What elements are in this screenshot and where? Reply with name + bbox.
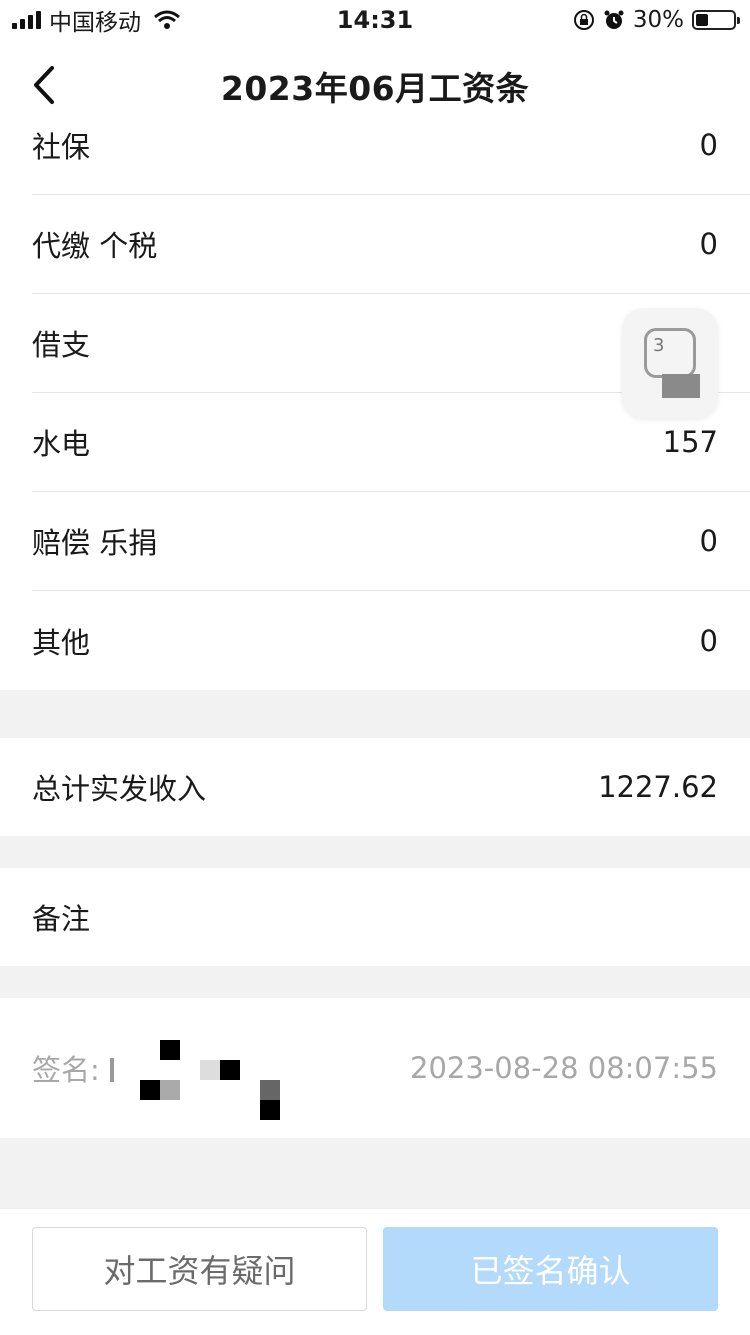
battery-icon	[692, 10, 740, 30]
item-label: 社保	[32, 130, 91, 164]
item-value: 0	[699, 623, 718, 658]
bubble-count: 3	[653, 335, 665, 356]
remark-label: 备注	[32, 902, 91, 936]
signed-confirm-button[interactable]: 已签名确认	[383, 1227, 718, 1311]
item-label: 代缴 个税	[32, 229, 158, 263]
list-item: 其他 0	[32, 591, 750, 690]
item-label: 借支	[32, 328, 91, 362]
item-value: 0	[699, 128, 718, 162]
alarm-icon	[604, 10, 624, 29]
section-divider	[0, 836, 750, 868]
section-divider	[0, 1138, 750, 1208]
floating-assistant-button[interactable]: 3	[622, 308, 718, 418]
signature-datetime: 2023-08-28 08:07:55	[410, 1051, 718, 1085]
list-item: 社保 0	[32, 96, 750, 195]
rotation-lock-icon	[573, 10, 594, 30]
total-value: 1227.62	[598, 770, 718, 804]
section-divider	[0, 690, 750, 738]
question-salary-button[interactable]: 对工资有疑问	[32, 1227, 367, 1311]
item-value: 0	[699, 227, 718, 261]
signature-label: 签名:	[32, 1053, 100, 1087]
battery-percent: 30%	[632, 7, 684, 33]
redaction-block	[662, 374, 700, 398]
message-count-icon: 3	[644, 328, 696, 378]
item-value: 157	[662, 425, 718, 459]
section-divider	[0, 966, 750, 998]
remark-row: 备注	[0, 868, 750, 966]
item-label: 水电	[32, 427, 91, 461]
total-row: 总计实发收入 1227.62	[0, 738, 750, 836]
item-label: 其他	[32, 625, 91, 660]
status-right: 30%	[573, 6, 740, 34]
item-label: 赔偿 乐捐	[32, 526, 158, 560]
item-value: 0	[699, 524, 718, 558]
list-item: 代缴 个税 0	[32, 195, 750, 294]
total-label: 总计实发收入	[32, 772, 207, 806]
list-item: 赔偿 乐捐 0	[32, 492, 750, 591]
status-bar: 中国移动 14:31 30%	[0, 0, 750, 40]
bottom-action-bar: 对工资有疑问 已签名确认	[0, 1208, 750, 1335]
